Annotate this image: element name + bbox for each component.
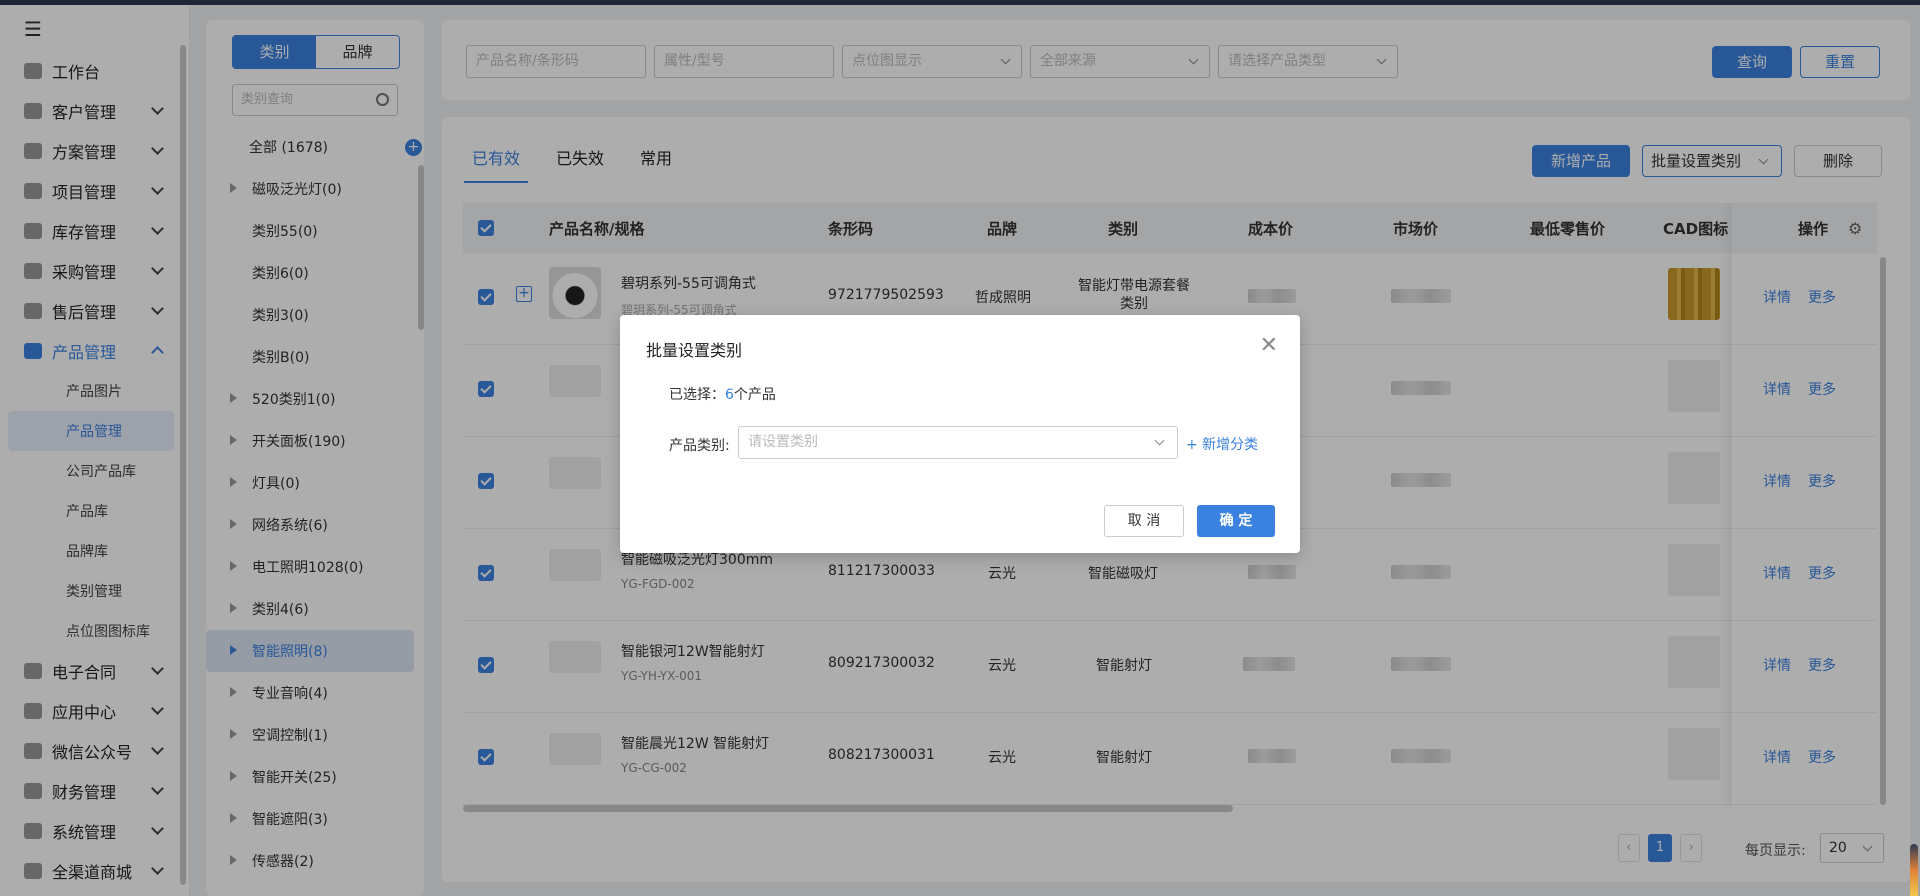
category-select[interactable]: 请设置类别 [738,426,1178,459]
confirm-button[interactable]: 确 定 [1197,505,1275,537]
selected-count: 6 [725,387,734,403]
selected-count-text: 已选择：6个产品 [669,384,776,404]
batch-category-dialog: 批量设置类别 ✕ 已选择：6个产品 产品类别: 请设置类别 + 新增分类 取 消… [620,315,1300,553]
category-select-placeholder: 请设置类别 [748,434,818,450]
chevron-down-icon [1154,435,1165,446]
add-category-link[interactable]: + 新增分类 [1186,434,1258,454]
selected-suffix: 个产品 [733,387,776,403]
category-field-label: 产品类别: [669,438,730,454]
selected-prefix: 已选择： [669,387,725,403]
dialog-title: 批量设置类别 [646,341,743,360]
close-icon[interactable]: ✕ [1260,333,1278,358]
corner-widget[interactable] [1910,844,1918,896]
cancel-button[interactable]: 取 消 [1104,505,1184,537]
